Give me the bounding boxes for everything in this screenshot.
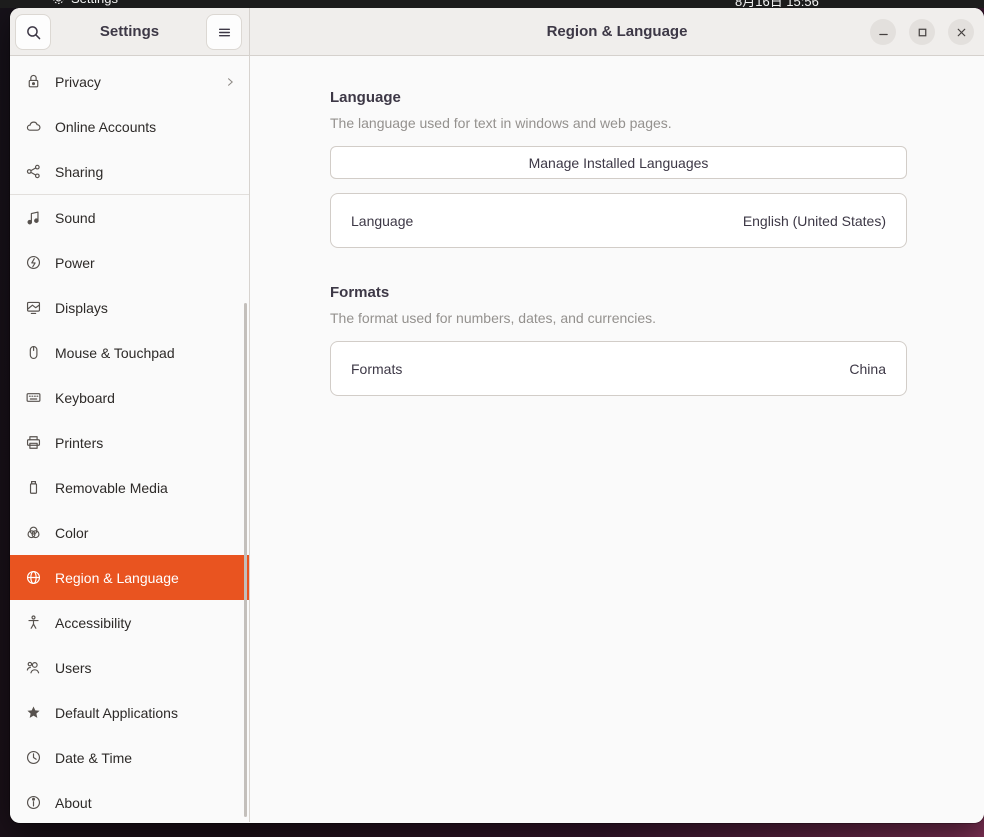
sidebar-item-users[interactable]: Users [10, 645, 249, 690]
sidebar-item-accessibility[interactable]: Accessibility [10, 600, 249, 645]
topbar-app-label: Settings [71, 0, 118, 6]
sidebar-item-label: Sound [55, 210, 237, 226]
usb-drive-icon [25, 479, 42, 496]
language-section-title: Language [330, 89, 907, 106]
sidebar-item-label: Displays [55, 300, 237, 316]
sidebar-header: Settings [10, 8, 250, 55]
sidebar-item-label: About [55, 795, 237, 811]
sidebar-item-displays[interactable]: Displays [10, 285, 249, 330]
sidebar-item-power[interactable]: Power [10, 240, 249, 285]
sidebar-item-default-applications[interactable]: Default Applications [10, 690, 249, 735]
sidebar-item-label: Date & Time [55, 750, 237, 766]
minimize-button[interactable] [870, 19, 896, 45]
printer-icon [25, 434, 42, 451]
topbar-clock-label: 8月16日 15:56 [735, 0, 819, 8]
sidebar-item-keyboard[interactable]: Keyboard [10, 375, 249, 420]
formats-row[interactable]: Formats China [331, 342, 906, 395]
maximize-button[interactable] [909, 19, 935, 45]
primary-menu-button[interactable] [206, 14, 242, 50]
info-icon [25, 794, 42, 811]
sidebar-item-about[interactable]: About [10, 780, 249, 822]
formats-row-value: China [849, 361, 886, 377]
formats-row-label: Formats [351, 361, 402, 377]
sidebar-item-privacy[interactable]: Privacy [10, 59, 249, 104]
maximize-icon [916, 26, 929, 39]
sidebar-item-region-language[interactable]: Region & Language [10, 555, 249, 600]
language-section-description: The language used for text in windows an… [330, 115, 907, 131]
topbar-clock[interactable]: 8月16日 15:56 [735, 0, 819, 8]
sidebar-item-label: Mouse & Touchpad [55, 345, 237, 361]
close-button[interactable] [948, 19, 974, 45]
header-bar: Settings Region & Language [10, 8, 984, 56]
sidebar-item-date-time[interactable]: Date & Time [10, 735, 249, 780]
language-row-label: Language [351, 213, 413, 229]
settings-window: Settings Region & Language Privacy Online… [10, 8, 984, 823]
accessibility-icon [25, 614, 42, 631]
sidebar-item-label: Privacy [55, 74, 210, 90]
globe-icon [25, 569, 42, 586]
language-row-value: English (United States) [743, 213, 886, 229]
sidebar-item-label: Accessibility [55, 615, 237, 631]
sidebar-item-sharing[interactable]: Sharing [10, 149, 249, 194]
close-icon [955, 26, 968, 39]
topbar-focused-app[interactable]: Settings [52, 0, 118, 6]
keyboard-icon [25, 389, 42, 406]
sidebar-item-label: Printers [55, 435, 237, 451]
sidebar-item-label: Online Accounts [55, 119, 237, 135]
window-controls [870, 8, 974, 56]
sidebar-item-printers[interactable]: Printers [10, 420, 249, 465]
sidebar-item-mouse-touchpad[interactable]: Mouse & Touchpad [10, 330, 249, 375]
formats-card: Formats China [330, 341, 907, 396]
page-title: Region & Language [547, 23, 688, 40]
chevron-right-icon [223, 75, 237, 89]
mouse-icon [25, 344, 42, 361]
star-icon [25, 704, 42, 721]
language-card: Language English (United States) [330, 193, 907, 248]
sidebar-item-online-accounts[interactable]: Online Accounts [10, 104, 249, 149]
sidebar-item-label: Users [55, 660, 237, 676]
gear-icon [52, 0, 65, 5]
users-icon [25, 659, 42, 676]
cloud-icon [25, 118, 42, 135]
power-icon [25, 254, 42, 271]
formats-section-title: Formats [330, 284, 907, 301]
sidebar-item-label: Sharing [55, 164, 237, 180]
sidebar-item-label: Color [55, 525, 237, 541]
display-icon [25, 299, 42, 316]
search-icon [25, 24, 42, 41]
clock-icon [25, 749, 42, 766]
hamburger-menu-icon [216, 24, 233, 41]
color-profile-icon [25, 524, 42, 541]
sidebar-list: Privacy Online Accounts Sharing Sound Power D… [10, 59, 249, 822]
sidebar-item-sound[interactable]: Sound [10, 195, 249, 240]
sidebar-item-label: Default Applications [55, 705, 237, 721]
gnome-top-bar: Settings 8月16日 15:56 [0, 0, 984, 8]
app-title: Settings [100, 23, 159, 40]
content-header: Region & Language [250, 8, 984, 55]
sidebar-scrollbar[interactable] [244, 303, 247, 817]
music-note-icon [25, 209, 42, 226]
sidebar-item-label: Region & Language [55, 570, 237, 586]
sidebar-item-label: Removable Media [55, 480, 237, 496]
region-language-page: Language The language used for text in w… [250, 56, 984, 822]
sidebar-item-label: Power [55, 255, 237, 271]
share-icon [25, 163, 42, 180]
minimize-icon [877, 26, 890, 39]
sidebar-item-label: Keyboard [55, 390, 237, 406]
sidebar-item-removable-media[interactable]: Removable Media [10, 465, 249, 510]
sidebar: Privacy Online Accounts Sharing Sound Power D… [10, 56, 250, 822]
sidebar-item-color[interactable]: Color [10, 510, 249, 555]
lock-icon [25, 73, 42, 90]
search-button[interactable] [15, 14, 51, 50]
window-body: Privacy Online Accounts Sharing Sound Power D… [10, 56, 984, 822]
language-row[interactable]: Language English (United States) [331, 194, 906, 247]
formats-section-description: The format used for numbers, dates, and … [330, 310, 907, 326]
manage-installed-languages-button[interactable]: Manage Installed Languages [330, 146, 907, 179]
